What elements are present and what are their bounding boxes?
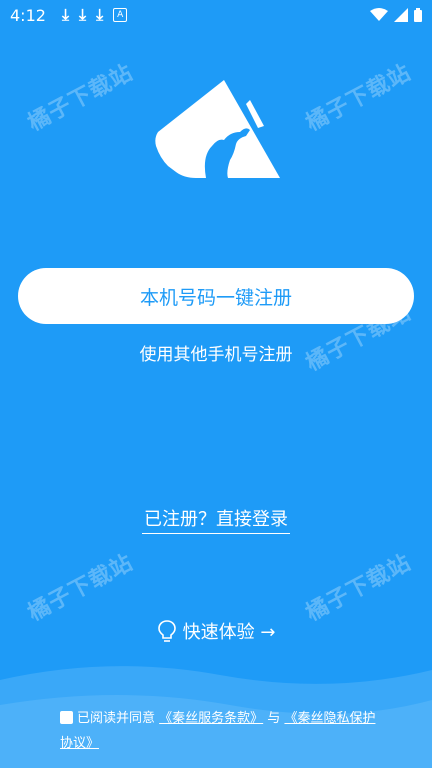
wifi-icon — [370, 8, 388, 21]
download-icon: ⤓ — [61, 5, 70, 24]
system-icons — [370, 8, 422, 22]
agreement-and: 与 — [263, 711, 285, 726]
status-time: 4:12 — [10, 5, 46, 25]
battery-icon — [414, 8, 422, 22]
service-terms-link[interactable]: 《秦丝服务条款》 — [159, 711, 263, 726]
watermark: 橘子下载站 — [24, 60, 138, 137]
watermark: 橘子下载站 — [302, 550, 416, 627]
download-icon: ⤓ — [79, 5, 87, 24]
lightbulb-icon — [157, 620, 176, 642]
agreement-text: 已阅读并同意 《秦丝服务条款》 与 《秦丝隐私保护协议》 — [60, 706, 380, 756]
agreement-prefix: 已阅读并同意 — [77, 711, 156, 726]
app-logo-icon — [155, 80, 280, 178]
agreement-checkbox[interactable] — [60, 711, 73, 724]
signal-icon — [394, 8, 408, 22]
watermark: 橘子下载站 — [302, 60, 416, 137]
watermark: 橘子下载站 — [24, 550, 138, 627]
quick-experience-button[interactable]: 快速体验 → — [0, 618, 432, 644]
notification-icons: ⤓ ⤓ ⤓ A — [61, 5, 128, 24]
quick-experience-label: 快速体验 → — [182, 622, 276, 643]
login-link-container: 已注册？直接登录 — [0, 505, 432, 534]
other-phone-register-link[interactable]: 使用其他手机号注册 — [0, 340, 432, 365]
download-icon: ⤓ — [96, 5, 104, 24]
one-click-register-button[interactable]: 本机号码一键注册 — [18, 268, 414, 324]
login-link[interactable]: 已注册？直接登录 — [142, 509, 290, 534]
a-box-icon: A — [113, 8, 128, 22]
status-bar: 4:12 ⤓ ⤓ ⤓ A — [0, 0, 432, 30]
